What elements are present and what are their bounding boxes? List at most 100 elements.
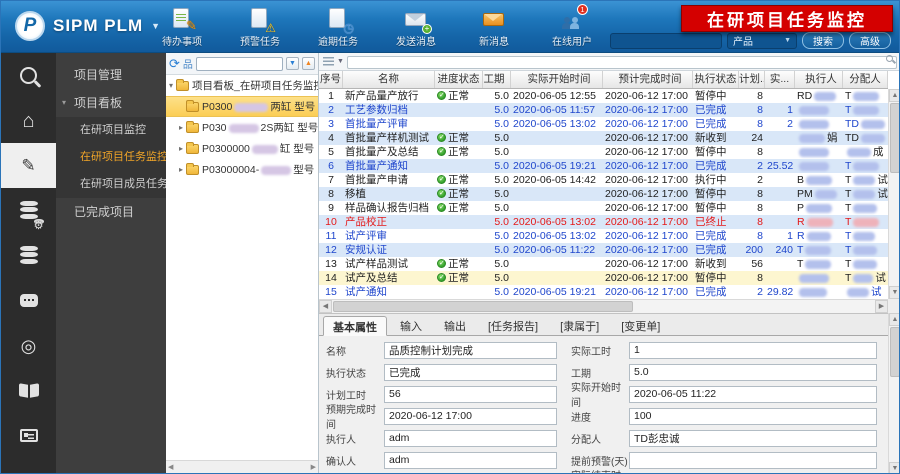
collapsed-caret-icon[interactable]: ▸ xyxy=(176,123,186,132)
column-header-6[interactable]: 执行状态 xyxy=(693,71,739,88)
table-row[interactable]: 2 工艺参数归档 5.0 2020-06-05 11:57 2020-06-12 17:… xyxy=(319,103,888,117)
table-row[interactable]: 9 样品确认报告归档正常 5.0 2020-06-12 17:00 暂停中 8 PT xyxy=(319,201,888,215)
task-search-input[interactable] xyxy=(346,56,897,69)
table-row[interactable]: 1 新产品量产放行 正常 5.0 2020-06-05 12:55 2020-06-12 … xyxy=(319,89,888,103)
scroll-right-arrow[interactable]: ▶ xyxy=(875,300,888,313)
view-options-icon[interactable] xyxy=(323,57,334,66)
field-input-right-0[interactable] xyxy=(629,341,877,359)
detail-tab-1[interactable]: 输入 xyxy=(391,316,431,335)
table-row[interactable]: 10 产品校正 5.0 2020-06-05 13:02 2020-06-12 17:0… xyxy=(319,215,888,229)
search-category-select[interactable]: 产品 ▼ xyxy=(727,32,797,49)
book-icon[interactable] xyxy=(1,368,56,413)
toolbar-new-message-button[interactable]: 新消息 xyxy=(463,8,525,48)
sidebar-item-2[interactable]: 在研项目监控 xyxy=(56,117,166,144)
toolbar-online-users-button[interactable]: 1 在线用户 xyxy=(541,4,603,48)
database-icon[interactable] xyxy=(1,233,56,278)
scroll-left-arrow[interactable]: ◀ xyxy=(319,300,332,313)
refresh-icon[interactable]: ⟳ xyxy=(169,57,180,70)
toolbar-todo-button[interactable]: ✎ 待办事项 xyxy=(151,8,213,48)
support-icon[interactable]: ◎ xyxy=(1,323,56,368)
table-vertical-scrollbar[interactable]: ▲ ▼ xyxy=(888,89,899,299)
search-button[interactable]: 搜索 xyxy=(802,32,844,49)
table-row[interactable]: 3 首批量产评审 5.0 2020-06-05 13:02 2020-06-12 17:… xyxy=(319,117,888,131)
column-header-10[interactable]: 分配人 xyxy=(843,71,888,88)
column-header-9[interactable]: 执行人 xyxy=(795,71,843,88)
database-settings-icon[interactable]: ⚙ xyxy=(1,188,56,233)
column-header-4[interactable]: 实际开始时间 xyxy=(511,71,603,88)
field-input-left-5[interactable] xyxy=(384,451,557,469)
sidebar-item-5[interactable]: 已完成项目 xyxy=(56,198,166,226)
field-input-left-2[interactable] xyxy=(384,385,557,403)
table-row[interactable]: 12 安规认证 5.0 2020-06-05 11:22 2020-06-12 17:0… xyxy=(319,243,888,257)
field-input-left-0[interactable] xyxy=(384,341,557,359)
collapse-up-button[interactable]: ▲ xyxy=(302,57,315,70)
expected-finish-time: 2020-06-12 17:00 xyxy=(605,90,688,102)
collapsed-caret-icon[interactable]: ▸ xyxy=(176,144,186,153)
sidebar-item-4[interactable]: 在研项目成员任务监控 xyxy=(56,171,166,198)
field-input-left-4[interactable] xyxy=(384,429,557,447)
field-input-left-3[interactable] xyxy=(384,407,557,425)
column-header-1[interactable]: 名称 xyxy=(343,71,435,88)
global-search-input[interactable] xyxy=(610,32,722,49)
detail-scroll-down-arrow[interactable]: ▼ xyxy=(889,462,899,473)
column-header-3[interactable]: 工期 xyxy=(483,71,511,88)
tree-item-3[interactable]: ▸ P03000004- 型号 xyxy=(166,159,318,180)
detail-vertical-scrollbar[interactable]: ▲ ▼ xyxy=(888,313,899,473)
sidebar-item-3[interactable]: 在研项目任务监控 xyxy=(56,144,166,171)
table-horizontal-scrollbar[interactable]: ◀ ▶ xyxy=(319,299,888,313)
view-options-caret-icon[interactable]: ▼ xyxy=(337,58,344,65)
chat-icon[interactable] xyxy=(1,278,56,323)
detail-tab-4[interactable]: [隶属于] xyxy=(551,316,608,335)
toolbar-overdue-task-button[interactable]: ◷ 逾期任务 xyxy=(307,8,369,48)
toolbar-warning-task-button[interactable]: ⚠ 预警任务 xyxy=(229,8,291,48)
table-row[interactable]: 7 首批量产申请 正常 5.0 2020-06-05 14:42 2020-06-12 1… xyxy=(319,173,888,187)
id-card-icon[interactable] xyxy=(1,413,56,458)
column-header-5[interactable]: 预计完成时间 xyxy=(603,71,693,88)
table-row[interactable]: 8 移植 正常 5.0 2020-06-12 17:00 暂停中 8 PMT试 xyxy=(319,187,888,201)
hierarchy-icon[interactable]: 品 xyxy=(183,56,193,71)
tree-item-2[interactable]: ▸ P0300000 缸 型号 xyxy=(166,138,318,159)
field-input-right-4[interactable] xyxy=(629,429,877,447)
expand-down-button[interactable]: ▼ xyxy=(286,57,299,70)
tree-root-item[interactable]: ▾ 项目看板_在研项目任务监控 xyxy=(166,75,318,96)
field-input-right-2[interactable] xyxy=(629,385,877,403)
vertical-scroll-thumb[interactable] xyxy=(890,103,899,173)
detail-tab-0[interactable]: 基本属性 xyxy=(323,316,387,336)
scroll-up-arrow[interactable]: ▲ xyxy=(889,89,899,102)
detail-tab-2[interactable]: 输出 xyxy=(435,316,475,335)
toolbar-send-message-button[interactable]: + 发送消息 xyxy=(385,8,447,48)
column-header-0[interactable]: 序号 xyxy=(319,71,343,88)
tree-item-0[interactable]: P0300 两缸 型号 xyxy=(166,96,318,117)
app-logo[interactable]: P SIPM PLM ▼ xyxy=(15,11,160,41)
table-row[interactable]: 4 首批量产样机测试正常 5.0 2020-06-12 17:00 新收到 24 娟TD xyxy=(319,131,888,145)
column-header-8[interactable]: 实... xyxy=(765,71,795,88)
column-header-2[interactable]: 进度状态 xyxy=(435,71,483,88)
scroll-down-arrow[interactable]: ▼ xyxy=(889,286,899,299)
advanced-search-button[interactable]: 高级 xyxy=(849,32,891,49)
sidebar-item-1[interactable]: ▾ 项目看板 xyxy=(56,89,166,117)
table-row[interactable]: 6 首批量产通知 5.0 2020-06-05 19:21 2020-06-12 17:… xyxy=(319,159,888,173)
field-input-left-1[interactable] xyxy=(384,363,557,381)
detail-tab-5[interactable]: [变更单] xyxy=(612,316,669,335)
field-input-right-3[interactable] xyxy=(629,407,877,425)
tree-item-1[interactable]: ▸ P030 2S两缸 型号 xyxy=(166,117,318,138)
collapsed-caret-icon[interactable]: ▸ xyxy=(176,165,186,174)
detail-scroll-up-arrow[interactable]: ▲ xyxy=(889,313,899,326)
sidebar-item-0[interactable]: 项目管理 xyxy=(56,61,166,89)
table-row[interactable]: 11 试产评审 5.0 2020-06-05 13:02 2020-06-12 17:0… xyxy=(319,229,888,243)
edit-monitor-icon[interactable]: ✎ xyxy=(1,143,56,188)
detail-tab-3[interactable]: [任务报告] xyxy=(479,316,547,335)
horizontal-scroll-thumb[interactable] xyxy=(333,301,633,312)
table-row[interactable]: 13 试产样品测试 正常 5.0 2020-06-12 17:00 新收到 56 TT xyxy=(319,257,888,271)
home-icon[interactable]: ⌂ xyxy=(1,98,56,143)
table-row[interactable]: 5 首批量产及总结 正常 5.0 2020-06-12 17:00 暂停中 8 成 xyxy=(319,145,888,159)
tree-horizontal-scrollbar[interactable]: ◀ ▶ xyxy=(166,460,318,473)
column-header-7[interactable]: 计划.. xyxy=(739,71,765,88)
sipm-search-icon[interactable] xyxy=(1,53,56,98)
field-input-right-1[interactable] xyxy=(629,363,877,381)
table-row[interactable]: 14 试产及总结 正常 5.0 2020-06-12 17:00 暂停中 8 T试 xyxy=(319,271,888,285)
table-row[interactable]: 15 试产通知 5.0 2020-06-05 19:21 2020-06-12 17:0… xyxy=(319,285,888,299)
tree-filter-input[interactable] xyxy=(195,56,283,71)
field-input-right-5[interactable] xyxy=(629,451,877,469)
detail-scroll-thumb[interactable] xyxy=(890,327,899,377)
